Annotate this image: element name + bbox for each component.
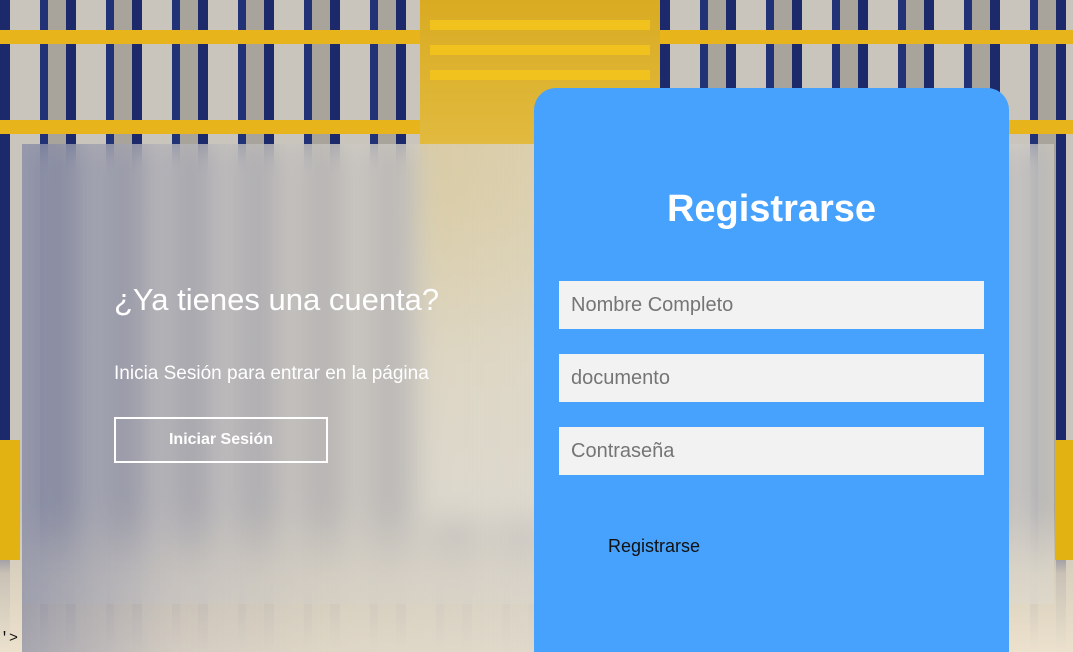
register-submit-button[interactable]: Registrarse — [589, 528, 719, 564]
register-title: Registrarse — [666, 188, 877, 230]
stray-text: '> — [0, 630, 19, 647]
shelf-post — [1055, 440, 1073, 560]
login-button[interactable]: Iniciar Sesión — [114, 417, 328, 463]
login-panel-overlay — [22, 144, 534, 652]
shelf-post — [0, 440, 20, 560]
login-heading: ¿Ya tienes una cuenta? — [114, 282, 440, 317]
register-card: Registrarse Registrarse — [534, 88, 1009, 652]
password-input[interactable] — [559, 427, 984, 475]
document-input[interactable] — [559, 354, 984, 402]
login-panel: ¿Ya tienes una cuenta? Inicia Sesión par… — [114, 280, 514, 386]
full-name-input[interactable] — [559, 281, 984, 329]
login-subtext: Inicia Sesión para entrar en la página — [114, 363, 429, 384]
